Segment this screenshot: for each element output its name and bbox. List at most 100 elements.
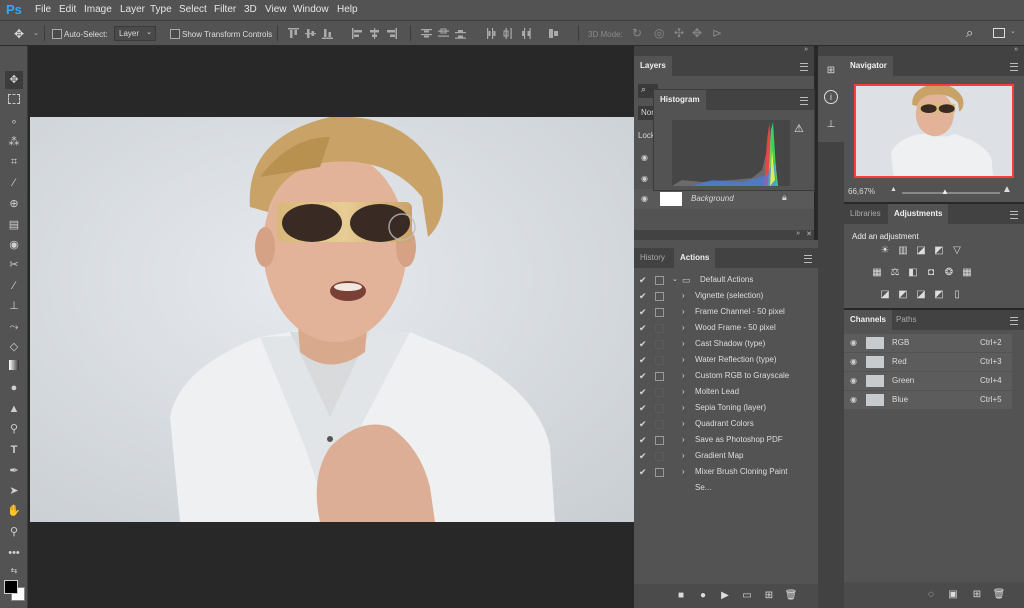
check-icon[interactable]: ✔ bbox=[639, 368, 647, 384]
action-row[interactable]: ✔ › Sepia Toning (layer) bbox=[634, 400, 806, 416]
align-right-icon[interactable] bbox=[386, 28, 397, 39]
align-horizontal-center-icon[interactable] bbox=[369, 28, 380, 39]
red-eye-tool-icon[interactable]: ◉ bbox=[5, 236, 23, 254]
channel-row[interactable]: ◉ Green Ctrl+4 bbox=[844, 372, 1012, 390]
action-row[interactable]: ✔ › Wood Frame - 50 pixel bbox=[634, 320, 806, 336]
document-image[interactable] bbox=[30, 117, 634, 522]
action-row[interactable]: ✔ › Save as Photoshop PDF bbox=[634, 432, 806, 448]
chevron-down-icon[interactable]: ⌄ bbox=[33, 29, 39, 37]
close-icon[interactable]: ✕ bbox=[806, 230, 812, 238]
pen-tool-icon[interactable]: ✒ bbox=[5, 462, 23, 480]
menu-select[interactable]: Select bbox=[179, 4, 207, 15]
tab-libraries[interactable]: Libraries bbox=[844, 204, 887, 224]
channel-row[interactable]: ◉ RGB Ctrl+2 bbox=[844, 334, 1012, 352]
tab-history[interactable]: History bbox=[634, 248, 671, 268]
vibrance-icon[interactable]: ▽ bbox=[950, 244, 964, 258]
play-icon[interactable]: ▶ bbox=[718, 589, 732, 603]
collapse-dock-icon[interactable]: » bbox=[796, 230, 800, 237]
chevron-right-icon[interactable]: › bbox=[682, 352, 685, 368]
zoom-slider-thumb[interactable]: ▲ bbox=[941, 187, 949, 196]
chevron-right-icon[interactable]: › bbox=[682, 432, 685, 448]
menu-3d[interactable]: 3D bbox=[244, 4, 257, 15]
panel-menu-icon[interactable] bbox=[1010, 63, 1018, 71]
chevron-right-icon[interactable]: › bbox=[682, 336, 685, 352]
threshold-icon[interactable]: ◪ bbox=[914, 288, 928, 302]
auto-select-target-dropdown[interactable]: Layer ⌄ bbox=[114, 26, 156, 41]
gradient-map-icon[interactable]: ▯ bbox=[950, 288, 964, 302]
black-white-icon[interactable]: ◧ bbox=[906, 266, 920, 280]
tab-layers[interactable]: Layers bbox=[634, 56, 672, 76]
chevron-right-icon[interactable]: › bbox=[682, 384, 685, 400]
action-row[interactable]: ✔ › Water Reflection (type) bbox=[634, 352, 806, 368]
lasso-tool-icon[interactable]: ∘ bbox=[5, 113, 23, 131]
collapse-dock-icon[interactable]: » bbox=[804, 46, 808, 53]
stop-icon[interactable]: ■ bbox=[674, 589, 688, 603]
auto-select-checkbox[interactable] bbox=[52, 29, 62, 39]
action-set-row[interactable]: ✔ ⌄ ▭ Default Actions bbox=[634, 272, 806, 288]
paragraph-styles-icon[interactable]: ⊥ bbox=[824, 118, 838, 132]
eye-icon[interactable]: ◉ bbox=[641, 194, 648, 203]
new-channel-icon[interactable]: ⊞ bbox=[970, 588, 984, 602]
color-balance-icon[interactable]: ⚖ bbox=[888, 266, 902, 280]
invert-icon[interactable]: ◪ bbox=[878, 288, 892, 302]
distribute-top-icon[interactable] bbox=[421, 28, 432, 39]
tab-navigator[interactable]: Navigator bbox=[844, 56, 893, 76]
brush-tool-icon[interactable]: ∕ bbox=[5, 277, 23, 295]
eye-icon[interactable]: ◉ bbox=[641, 174, 648, 183]
record-icon[interactable]: ● bbox=[696, 589, 710, 603]
dialog-toggle-icon[interactable] bbox=[655, 324, 664, 333]
marquee-tool-icon[interactable] bbox=[5, 92, 23, 110]
dialog-toggle-icon[interactable] bbox=[655, 276, 664, 285]
action-row[interactable]: ✔ › Cast Shadow (type) bbox=[634, 336, 806, 352]
tab-adjustments[interactable]: Adjustments bbox=[888, 204, 949, 224]
action-row[interactable]: ✔ › Gradient Map bbox=[634, 448, 806, 464]
menu-edit[interactable]: Edit bbox=[59, 4, 76, 15]
menu-layer[interactable]: Layer bbox=[120, 4, 145, 15]
panel-menu-icon[interactable] bbox=[800, 63, 808, 71]
dialog-toggle-icon[interactable] bbox=[655, 420, 664, 429]
save-selection-icon[interactable]: ▣ bbox=[946, 588, 960, 602]
panel-menu-icon[interactable] bbox=[1010, 211, 1018, 219]
3d-pan-icon[interactable]: ✣ bbox=[674, 26, 684, 40]
dialog-toggle-icon[interactable] bbox=[655, 340, 664, 349]
new-set-icon[interactable]: ▭ bbox=[740, 589, 754, 603]
action-row[interactable]: ✔ › Mixer Brush Cloning Paint Se... bbox=[634, 464, 806, 492]
hue-saturation-icon[interactable]: ▦ bbox=[870, 266, 884, 280]
auto-align-icon[interactable] bbox=[548, 28, 559, 39]
check-icon[interactable]: ✔ bbox=[639, 352, 647, 368]
channel-row[interactable]: ◉ Blue Ctrl+5 bbox=[844, 391, 1012, 409]
brightness-contrast-icon[interactable]: ☀ bbox=[878, 244, 892, 258]
clone-stamp-tool-icon[interactable]: ⊥ bbox=[5, 297, 23, 315]
check-icon[interactable]: ✔ bbox=[639, 320, 647, 336]
align-vertical-center-icon[interactable] bbox=[305, 28, 316, 39]
navigator-view-box[interactable] bbox=[854, 84, 1014, 178]
zoom-slider-track[interactable] bbox=[902, 192, 1000, 194]
dodge-tool-icon[interactable]: ⚲ bbox=[5, 420, 23, 438]
menu-window[interactable]: Window bbox=[293, 4, 329, 15]
chevron-right-icon[interactable]: › bbox=[682, 288, 685, 304]
dialog-toggle-icon[interactable] bbox=[655, 404, 664, 413]
more-tools-icon[interactable]: ••• bbox=[5, 544, 23, 562]
navigator-thumbnail[interactable] bbox=[854, 84, 1014, 178]
distribute-horizontal-center-icon[interactable] bbox=[503, 28, 514, 39]
info-icon[interactable]: i bbox=[824, 90, 838, 104]
move-tool-preset-icon[interactable]: ✥ bbox=[14, 27, 24, 41]
color-lookup-icon[interactable]: ▦ bbox=[960, 266, 974, 280]
dialog-toggle-icon[interactable] bbox=[655, 292, 664, 301]
check-icon[interactable]: ✔ bbox=[639, 400, 647, 416]
menu-image[interactable]: Image bbox=[84, 4, 112, 15]
chevron-right-icon[interactable]: › bbox=[682, 448, 685, 464]
eye-icon[interactable]: ◉ bbox=[850, 372, 857, 390]
panel-menu-icon[interactable] bbox=[1010, 317, 1018, 325]
check-icon[interactable]: ✔ bbox=[639, 272, 647, 288]
eye-icon[interactable]: ◉ bbox=[850, 391, 857, 409]
dialog-toggle-icon[interactable] bbox=[655, 372, 664, 381]
panel-menu-icon[interactable] bbox=[800, 97, 808, 105]
dialog-toggle-icon[interactable] bbox=[655, 356, 664, 365]
action-row[interactable]: ✔ › Frame Channel - 50 pixel bbox=[634, 304, 806, 320]
show-transform-checkbox[interactable] bbox=[170, 29, 180, 39]
selective-color-icon[interactable]: ◩ bbox=[932, 288, 946, 302]
eye-icon[interactable]: ◉ bbox=[850, 334, 857, 352]
swap-colors-icon[interactable]: ⇆ bbox=[5, 562, 23, 580]
3d-orbit-icon[interactable]: ↻ bbox=[632, 26, 642, 40]
